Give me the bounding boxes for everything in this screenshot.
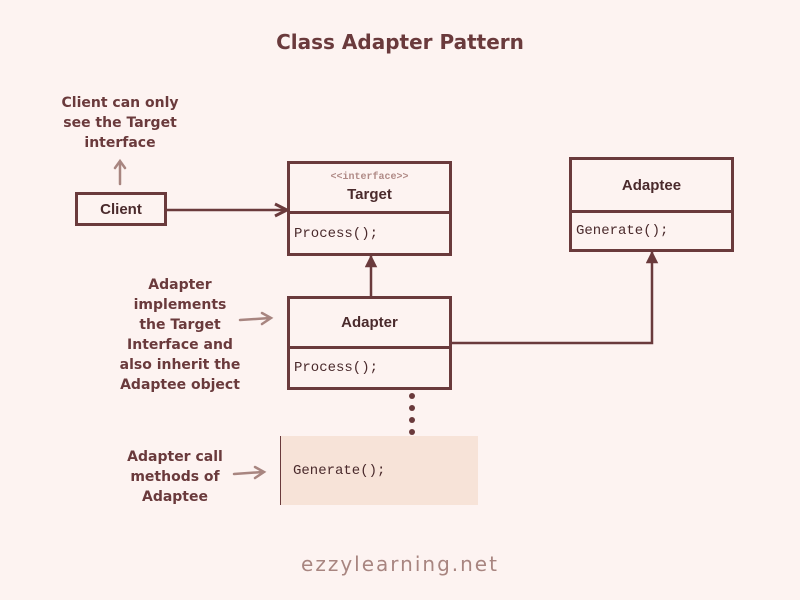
target-name: Target — [347, 186, 392, 203]
adaptee-name: Adaptee — [621, 176, 682, 194]
target-stereotype: <<interface>> — [330, 172, 409, 183]
adapter-method: Process(); — [294, 360, 379, 376]
adapter-class: Adapter Process(); — [287, 296, 452, 390]
code-note: Generate(); — [280, 436, 478, 505]
adapter-name: Adapter — [341, 314, 398, 331]
target-class: <<interface>> Target Process(); — [287, 161, 452, 256]
client-box: Client — [75, 192, 167, 226]
adaptee-method: Generate(); — [576, 223, 669, 239]
dot — [409, 429, 415, 435]
code-note-text: Generate(); — [293, 462, 386, 479]
adapter-to-adaptee-arrow — [451, 250, 659, 345]
target-header: <<interface>> Target — [290, 164, 449, 214]
right-arrow-icon — [238, 311, 274, 326]
footer-watermark: ezzylearning.net — [301, 552, 499, 576]
right-arrow-icon — [232, 465, 267, 480]
target-method: Process(); — [294, 226, 379, 242]
adaptee-class: Adaptee Generate(); — [569, 157, 734, 252]
dot — [409, 417, 415, 423]
adapter-header: Adapter — [290, 299, 449, 349]
dot — [409, 393, 415, 399]
up-arrow-icon — [113, 158, 127, 186]
dot — [409, 405, 415, 411]
adaptee-header: Adaptee — [572, 160, 731, 213]
